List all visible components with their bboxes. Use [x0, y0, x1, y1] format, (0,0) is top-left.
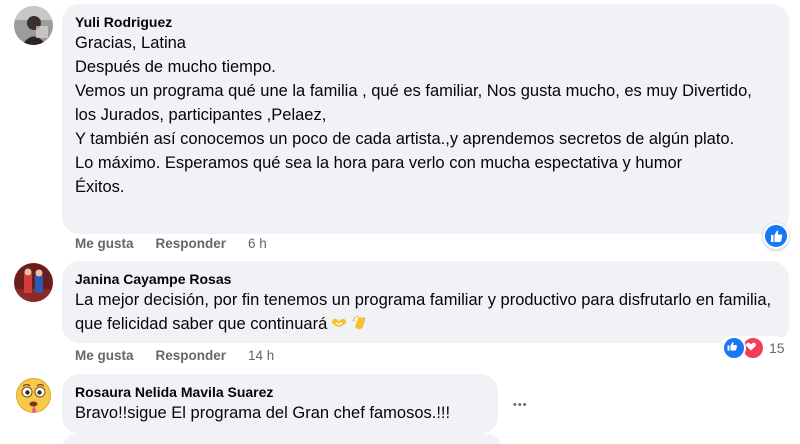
- avatar-photo-icon: [14, 263, 53, 302]
- reaction-badge[interactable]: [763, 223, 789, 249]
- comment-text: Bravo!!sigue El programa del Gran chef f…: [75, 404, 451, 422]
- next-comment-bubble: [62, 434, 502, 444]
- avatar-photo-icon: [14, 6, 53, 45]
- comment-actions: Me gusta Responder 6 h: [75, 236, 267, 251]
- avatar[interactable]: [14, 376, 53, 415]
- comment-bubble: Janina Cayampe Rosas La mejor decisión, …: [62, 261, 789, 343]
- comments-feed: Yuli Rodriguez Gracias, Latina Después d…: [0, 0, 800, 444]
- comment-author[interactable]: Rosaura Nelida Mavila Suarez: [75, 383, 485, 401]
- avatar[interactable]: [14, 263, 53, 302]
- emoji-face-avatar-icon: [14, 376, 53, 415]
- reply-link[interactable]: Responder: [156, 236, 227, 251]
- like-icon: [722, 336, 746, 360]
- avatar[interactable]: [14, 6, 53, 45]
- more-options-icon[interactable]: •••: [513, 400, 528, 411]
- reply-link[interactable]: Responder: [156, 348, 227, 363]
- comment-timestamp[interactable]: 14 h: [248, 348, 274, 363]
- comment-author[interactable]: Yuli Rodriguez: [75, 13, 776, 31]
- heart-hands-emoji-icon: [332, 318, 347, 327]
- like-link[interactable]: Me gusta: [75, 348, 134, 363]
- reaction-summary[interactable]: 15: [720, 336, 789, 360]
- comment-bubble: Rosaura Nelida Mavila Suarez Bravo!!sigu…: [62, 374, 498, 434]
- comment-bubble: Yuli Rodriguez Gracias, Latina Después d…: [62, 4, 789, 234]
- comment-text: Gracias, Latina Después de mucho tiempo.…: [75, 34, 752, 196]
- reaction-count: 15: [769, 340, 785, 356]
- comment-actions: Me gusta Responder 14 h: [75, 348, 274, 363]
- comment-text: La mejor decisión, por fin tenemos un pr…: [75, 288, 776, 336]
- comment-text-content: La mejor decisión, por fin tenemos un pr…: [75, 291, 772, 333]
- clapping-hands-emoji-icon: [352, 315, 366, 330]
- like-icon: [771, 230, 783, 242]
- comment-author[interactable]: Janina Cayampe Rosas: [75, 270, 776, 288]
- comment-timestamp[interactable]: 6 h: [248, 236, 267, 251]
- like-link[interactable]: Me gusta: [75, 236, 134, 251]
